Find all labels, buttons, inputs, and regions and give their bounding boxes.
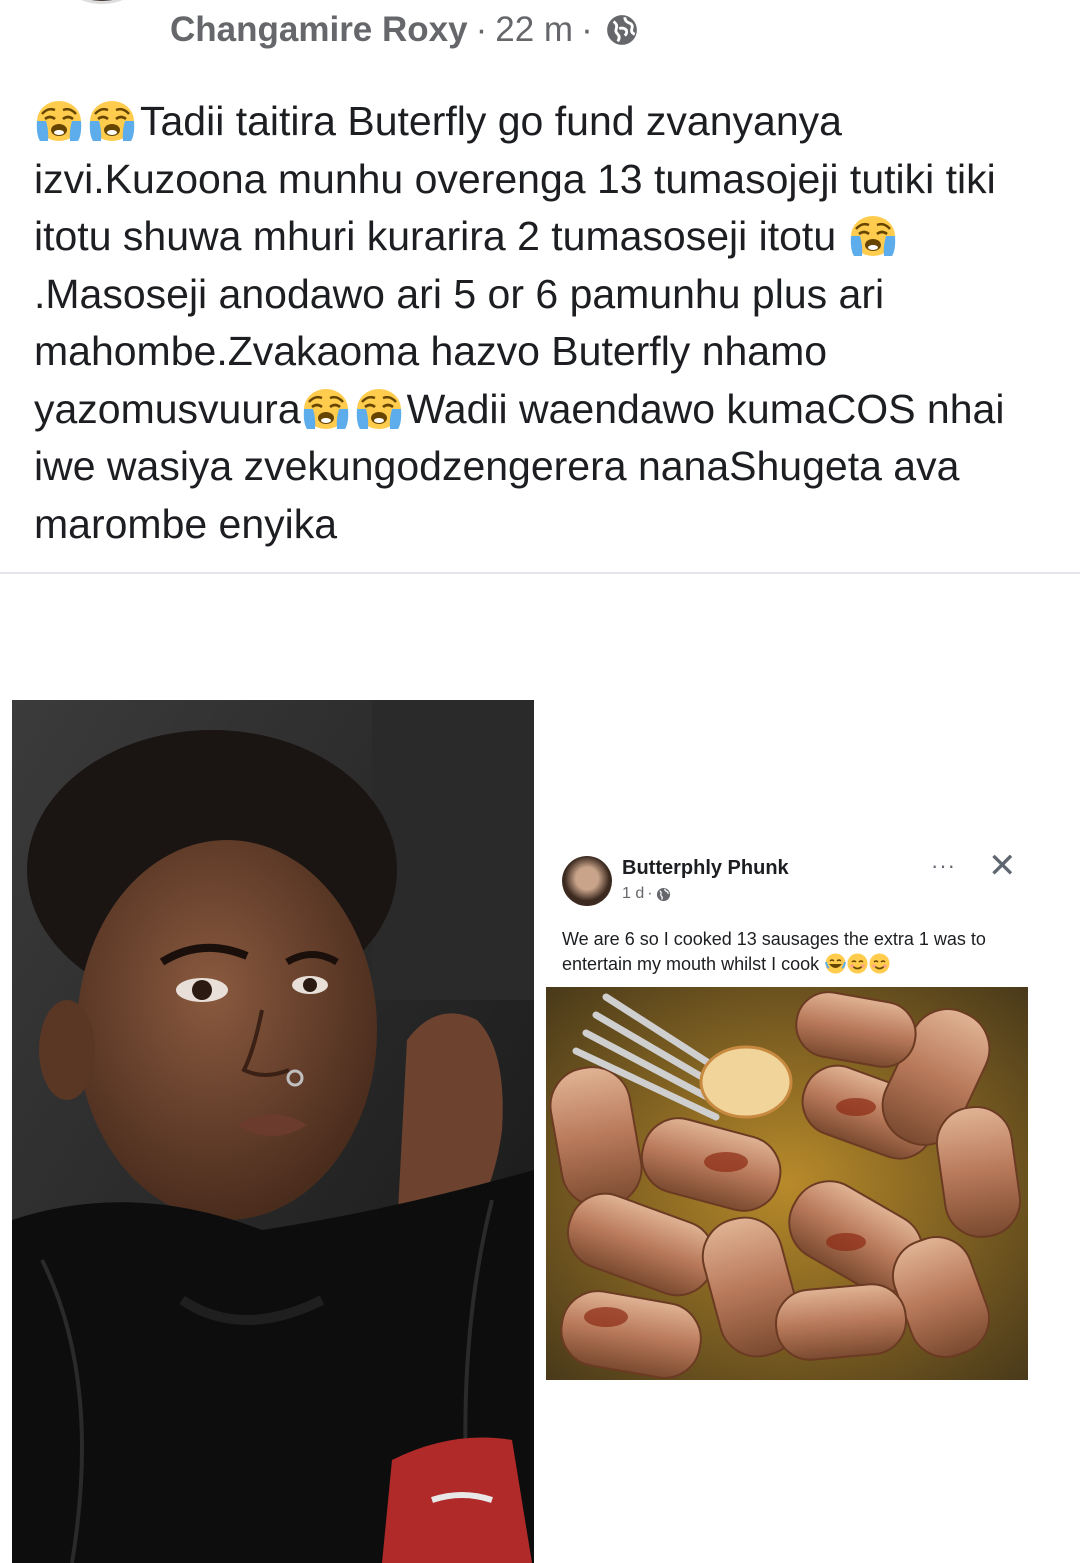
more-options-icon: ··· xyxy=(931,853,956,878)
crying-face-icon xyxy=(34,97,84,143)
meta-separator-2: · xyxy=(581,10,593,49)
smiling-face-icon xyxy=(847,953,868,974)
sausages-photo xyxy=(546,987,1028,1380)
post-screen: Changamire Roxy · 22 m · Tadii taitira B… xyxy=(0,0,1080,1563)
crying-face-icon xyxy=(87,97,137,143)
shared-post-text-body: We are 6 so I cooked 13 sausages the ext… xyxy=(562,929,986,974)
globe-icon xyxy=(606,15,637,45)
close-icon: ✕ xyxy=(988,847,1017,885)
shared-post-text: We are 6 so I cooked 13 sausages the ext… xyxy=(562,927,1022,977)
shared-author-avatar xyxy=(562,856,612,906)
shared-meta-separator: · xyxy=(647,885,653,902)
shared-post-time: 1 d xyxy=(622,885,645,902)
crying-face-icon xyxy=(354,385,404,431)
post-text: Tadii taitira Buterfly go fund zvanyanya… xyxy=(34,93,1054,553)
crying-face-icon xyxy=(848,212,898,258)
post-time[interactable]: 22 m xyxy=(495,10,573,50)
meta-separator: · xyxy=(475,10,488,49)
portrait-photo[interactable] xyxy=(12,700,534,1563)
laughing-face-icon xyxy=(825,953,846,974)
post-header: Changamire Roxy · 22 m · xyxy=(170,10,639,50)
shared-post-meta: 1 d · xyxy=(622,885,671,903)
smiling-face-icon xyxy=(869,953,890,974)
shared-author-name: Butterphly Phunk xyxy=(622,857,789,879)
divider xyxy=(0,572,1080,574)
shared-post-screenshot[interactable]: Butterphly Phunk 1 d · ··· ✕ We are 6 so… xyxy=(545,845,1035,1385)
author-name[interactable]: Changamire Roxy xyxy=(170,10,468,50)
crying-face-icon xyxy=(301,385,351,431)
globe-icon xyxy=(656,887,670,901)
author-avatar[interactable] xyxy=(58,0,146,4)
